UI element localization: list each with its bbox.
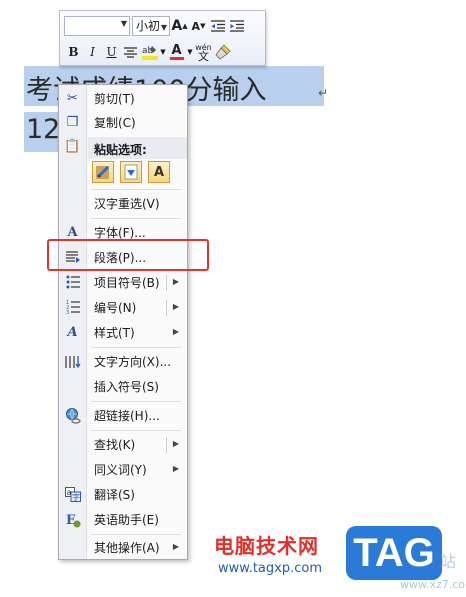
font-color-button[interactable]: A xyxy=(167,42,186,62)
menu-separator xyxy=(91,534,181,535)
translate-icon: a字 xyxy=(64,487,81,503)
menu-separator xyxy=(91,218,181,219)
menu-item-label: 超链接(H)... xyxy=(94,409,160,423)
menu-item-copy[interactable]: ❐ 复制(C) xyxy=(59,111,187,135)
menu-item-label: 插入符号(S) xyxy=(94,380,159,394)
scissors-icon: ✂ xyxy=(67,91,78,106)
hyperlink-icon xyxy=(64,408,81,424)
submenu-arrow-icon[interactable]: ▶ xyxy=(173,277,179,286)
menu-item-synonyms[interactable]: 同义词(Y) ▶ xyxy=(59,458,187,482)
menu-item-label: 样式(T) xyxy=(94,326,135,340)
submenu-arrow-icon[interactable]: ▶ xyxy=(173,302,179,311)
increase-indent-button[interactable] xyxy=(227,16,246,36)
format-painter-button[interactable] xyxy=(213,42,232,62)
menu-item-label: 翻译(S) xyxy=(94,488,135,502)
underline-button[interactable]: U xyxy=(102,42,121,62)
watermark-url: www.tagxp.com xyxy=(218,561,322,576)
english-assistant-icon: E xyxy=(64,512,81,528)
menu-item-english-assistant[interactable]: E 英语助手(E) xyxy=(59,508,187,532)
menu-item-label: 文字方向(X)... xyxy=(94,355,172,369)
mini-toolbar: ▼ 小初 ▼ A ▲ A ▼ B I U ab ▼ A ▼ wén 文 xyxy=(59,10,266,66)
document-text-line2[interactable]: 12 xyxy=(26,114,60,145)
menu-separator xyxy=(91,401,181,402)
shrink-font-button[interactable]: A ▼ xyxy=(189,16,208,36)
center-align-button[interactable] xyxy=(121,42,140,62)
grow-font-button[interactable]: A ▲ xyxy=(170,16,189,36)
svg-text:3: 3 xyxy=(66,310,69,314)
menu-item-find[interactable]: 查找(K) ▶ xyxy=(59,433,187,457)
menu-item-label: 其他操作(A) xyxy=(94,541,160,555)
menu-item-label: 复制(C) xyxy=(94,116,136,130)
font-size-value: 小初 xyxy=(136,19,161,33)
watermark-logo: TAG xyxy=(346,526,442,580)
menu-item-text-direction[interactable]: 文字方向(X)... xyxy=(59,350,187,374)
menu-separator xyxy=(91,189,181,190)
submenu-arrow-icon: ▶ xyxy=(172,327,179,336)
menu-item-label: 项目符号(B) xyxy=(94,276,160,290)
watermark-faint-text: 站 xyxy=(440,552,457,571)
menu-item-label: 同义词(Y) xyxy=(94,463,147,477)
menu-item-label: 编号(N) xyxy=(94,301,137,315)
submenu-arrow-icon: ▶ xyxy=(172,542,179,551)
menu-item-label: 英语助手(E) xyxy=(94,513,159,527)
menu-item-other-actions[interactable]: 其他操作(A) ▶ xyxy=(59,536,187,560)
menu-item-insert-symbol[interactable]: 插入符号(S) xyxy=(59,375,187,399)
pinyin-guide-button[interactable]: wén 文 xyxy=(194,42,213,62)
submenu-arrow-icon[interactable]: ▶ xyxy=(173,439,179,448)
copy-icon: ❐ xyxy=(66,115,79,130)
menu-item-bullets[interactable]: 项目符号(B) ▶ xyxy=(59,271,187,295)
menu-item-styles[interactable]: A 样式(T) ▶ xyxy=(59,321,187,345)
split-separator xyxy=(166,300,167,316)
menu-separator xyxy=(91,430,181,431)
menu-item-label: 查找(K) xyxy=(94,438,136,452)
text-direction-icon xyxy=(64,354,81,370)
align-center-icon xyxy=(124,46,137,58)
paste-options-header: 粘贴选项: xyxy=(94,143,147,157)
decrease-indent-icon xyxy=(210,20,225,32)
menu-item-label: 汉字重选(V) xyxy=(94,197,160,211)
chevron-down-icon: ▼ xyxy=(160,23,167,32)
paragraph-mark: ↵ xyxy=(318,86,329,100)
highlight-annotation-box xyxy=(47,239,209,271)
font-color-dropdown-arrow[interactable]: ▼ xyxy=(186,48,194,56)
paste-text-only-button[interactable]: A xyxy=(148,161,170,183)
menu-item-cut[interactable]: ✂ 剪切(T) xyxy=(59,87,187,111)
bullets-icon xyxy=(64,275,81,291)
paste-keep-formatting-icon xyxy=(96,165,110,179)
menu-separator xyxy=(91,347,181,348)
menu-item-label: 剪切(T) xyxy=(94,92,135,106)
paste-icon: 📋 xyxy=(64,139,81,154)
paste-merge-format-button[interactable] xyxy=(120,161,142,183)
chevron-down-icon: ▼ xyxy=(120,19,127,28)
font-color-bar xyxy=(169,56,184,60)
menu-item-hyperlink[interactable]: 超链接(H)... xyxy=(59,404,187,428)
split-separator xyxy=(166,275,167,291)
highlighter-icon: ab xyxy=(141,46,158,60)
menu-item-translate[interactable]: a字 翻译(S) xyxy=(59,483,187,507)
watermark-faint-url: www.xz7.com xyxy=(400,578,466,591)
italic-button[interactable]: I xyxy=(83,42,102,62)
highlight-color-button[interactable]: ab xyxy=(140,42,159,62)
increase-indent-icon xyxy=(229,20,244,32)
numbering-icon: 123 xyxy=(64,300,81,316)
decrease-indent-button[interactable] xyxy=(208,16,227,36)
svg-text:字: 字 xyxy=(72,492,80,502)
font-name-combo[interactable]: ▼ xyxy=(64,16,130,36)
styles-icon: A xyxy=(67,325,78,340)
watermark-site-name: 电脑技术网 xyxy=(214,534,319,558)
menu-item-numbering[interactable]: 123 编号(N) ▶ xyxy=(59,296,187,320)
format-painter-icon xyxy=(215,44,230,60)
submenu-arrow-icon: ▶ xyxy=(172,464,179,473)
context-menu: ✂ 剪切(T) ❐ 复制(C) 📋 粘贴选项: A 汉字重选(V) A 字体(F… xyxy=(58,84,188,560)
highlight-dropdown-arrow[interactable]: ▼ xyxy=(159,48,167,56)
paste-merge-icon xyxy=(124,164,138,180)
menu-item-reconvert[interactable]: 汉字重选(V) xyxy=(59,192,187,216)
bold-button[interactable]: B xyxy=(64,42,83,62)
paste-keep-source-format-button[interactable] xyxy=(92,161,114,183)
font-size-combo[interactable]: 小初 ▼ xyxy=(132,16,170,36)
split-separator xyxy=(166,437,167,453)
